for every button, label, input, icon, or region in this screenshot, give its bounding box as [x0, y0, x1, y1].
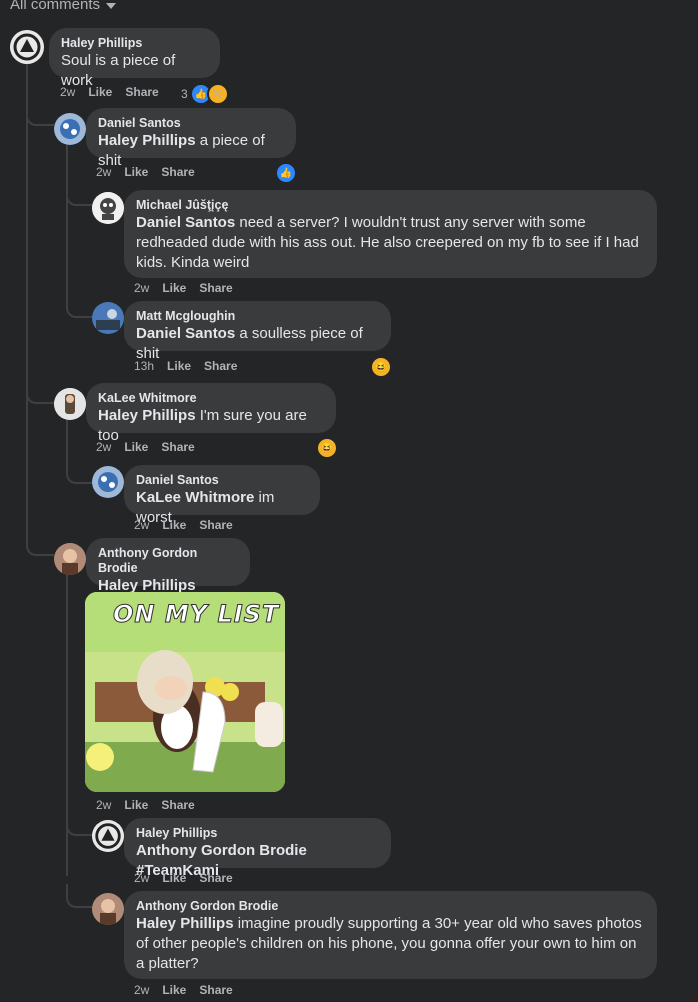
comment-actions: 2w Like Share	[134, 281, 233, 295]
comment-bubble: Michael Jûšţįçę Daniel Santos need a ser…	[124, 190, 657, 278]
thread-connector	[66, 812, 92, 836]
like-button[interactable]: Like	[162, 983, 186, 997]
comment-timestamp[interactable]: 2w	[96, 798, 111, 812]
avatar[interactable]	[92, 820, 124, 852]
comment-filter-dropdown[interactable]: All comments	[10, 0, 117, 13]
comment-timestamp[interactable]: 2w	[134, 518, 149, 532]
share-button[interactable]: Share	[199, 871, 232, 885]
avatar[interactable]	[54, 543, 86, 575]
comment-author[interactable]: Haley Phillips	[136, 826, 379, 841]
comment-text: Haley Phillips imagine proudly supportin…	[136, 915, 642, 972]
share-button[interactable]: Share	[199, 281, 232, 295]
like-button[interactable]: Like	[124, 440, 148, 454]
comment-actions: 2w Like Share	[96, 165, 195, 179]
chevron-down-icon	[106, 3, 117, 9]
comment-actions: 2w Like Share	[96, 798, 195, 812]
share-button[interactable]: Share	[199, 983, 232, 997]
comment-author[interactable]: Michael Jûšţįçę	[136, 198, 645, 213]
comment-timestamp[interactable]: 2w	[96, 165, 111, 179]
comment-author[interactable]: Haley Phillips	[61, 36, 208, 51]
comment-timestamp[interactable]: 13h	[134, 359, 154, 373]
thread-connector	[26, 530, 54, 556]
avatar[interactable]	[92, 192, 124, 224]
comment-bubble: Anthony Gordon Brodie Haley Phillips	[86, 538, 250, 594]
gif-attachment[interactable]: ON MY LIST	[85, 592, 285, 792]
comment-actions: 2w Like Share	[96, 440, 195, 454]
comment-bubble: Daniel Santos Haley Phillips a piece of …	[86, 108, 296, 169]
comment-text: Daniel Santos need a server? I wouldn't …	[136, 214, 639, 271]
comment-filter-label: All comments	[10, 0, 101, 13]
comment-author[interactable]: Matt Mcgloughin	[136, 309, 379, 324]
comment-timestamp[interactable]: 2w	[96, 440, 111, 454]
comment-bubble: Haley Phillips Soul is a piece of work	[49, 28, 220, 89]
gif-caption: ON MY LIST	[112, 600, 280, 629]
comment-author[interactable]: Daniel Santos	[136, 473, 308, 488]
comment-text: Daniel Santos a soulless piece of shit	[136, 325, 363, 362]
comment-timestamp[interactable]: 2w	[134, 983, 149, 997]
like-reaction-icon[interactable]: 👍	[275, 162, 297, 184]
mention-link[interactable]: Daniel Santos	[136, 325, 235, 342]
comment-timestamp[interactable]: 2w	[134, 871, 149, 885]
like-button[interactable]: Like	[88, 85, 112, 99]
thread-line-root	[26, 64, 28, 548]
thread-connector	[66, 884, 92, 908]
share-button[interactable]: Share	[161, 165, 194, 179]
avatar[interactable]	[54, 113, 86, 145]
comment-bubble: Haley Phillips Anthony Gordon Brodie #Te…	[124, 818, 391, 879]
mention-link[interactable]: Anthony Gordon Brodie	[136, 842, 307, 859]
avatar[interactable]	[92, 893, 124, 925]
comment-author[interactable]: Anthony Gordon Brodie	[136, 899, 645, 914]
like-button[interactable]: Like	[124, 798, 148, 812]
mention-link[interactable]: Haley Phillips	[98, 132, 196, 149]
share-button[interactable]: Share	[204, 359, 237, 373]
comment-actions: 2w Like Share	[134, 518, 233, 532]
comment-author[interactable]: KaLee Whitmore	[98, 391, 324, 406]
avatar[interactable]	[54, 388, 86, 420]
thread-connector	[26, 100, 54, 126]
share-button[interactable]: Share	[125, 85, 158, 99]
sad-reaction-icon: ☹	[206, 83, 229, 105]
comment-actions: 2w Like Share	[60, 85, 159, 99]
avatar[interactable]	[92, 466, 124, 498]
share-button[interactable]: Share	[161, 798, 194, 812]
comment-author[interactable]: Anthony Gordon Brodie	[98, 546, 238, 576]
comment-timestamp[interactable]: 2w	[134, 281, 149, 295]
like-button[interactable]: Like	[162, 518, 186, 532]
comment-actions: 2w Like Share	[134, 983, 233, 997]
like-button[interactable]: Like	[124, 165, 148, 179]
mention-link[interactable]: Daniel Santos	[136, 214, 235, 231]
like-button[interactable]: Like	[162, 871, 186, 885]
comment-timestamp[interactable]: 2w	[60, 85, 75, 99]
comment-bubble: Anthony Gordon Brodie Haley Phillips ima…	[124, 891, 657, 979]
thread-line-level2	[66, 140, 68, 310]
avatar[interactable]	[92, 302, 124, 334]
mention-link[interactable]: Haley Phillips	[98, 407, 196, 424]
comment-bubble: Matt Mcgloughin Daniel Santos a soulless…	[124, 301, 391, 362]
share-button[interactable]: Share	[199, 518, 232, 532]
thread-connector	[66, 180, 92, 206]
share-button[interactable]: Share	[161, 440, 194, 454]
mention-link[interactable]: Haley Phillips	[136, 915, 234, 932]
like-button[interactable]: Like	[162, 281, 186, 295]
like-button[interactable]: Like	[167, 359, 191, 373]
mention-link[interactable]: KaLee Whitmore	[136, 489, 254, 506]
comment-actions: 2w Like Share	[134, 871, 233, 885]
avatar[interactable]	[10, 30, 44, 64]
comment-actions: 13h Like Share	[134, 359, 237, 373]
comment-bubble: Daniel Santos KaLee Whitmore im worst	[124, 465, 320, 526]
haha-reaction-icon[interactable]: 😆	[370, 356, 392, 378]
haha-reaction-icon[interactable]: 😆	[316, 437, 338, 459]
comment-author[interactable]: Daniel Santos	[98, 116, 284, 131]
thread-connector	[26, 380, 54, 404]
comment-bubble: KaLee Whitmore Haley Phillips I'm sure y…	[86, 383, 336, 444]
reaction-summary[interactable]: 3 👍 ☹	[181, 83, 229, 105]
reaction-count: 3	[181, 87, 188, 101]
thread-connector	[66, 296, 92, 318]
thread-connector	[66, 458, 92, 484]
